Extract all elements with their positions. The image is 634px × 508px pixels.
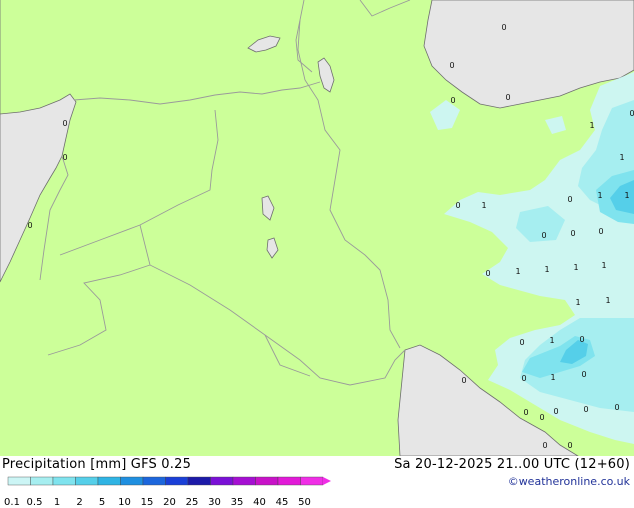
map-value-label: 0 — [485, 269, 490, 278]
map-value-label: 1 — [597, 191, 602, 200]
map-value-label: 0 — [450, 96, 455, 105]
map-value-label: 0 — [581, 370, 586, 379]
map-value-label: 0 — [523, 408, 528, 417]
map-value-label: 0 — [62, 119, 67, 128]
legend-tick-label: 20 — [163, 497, 176, 508]
map-value-label: 1 — [605, 296, 610, 305]
legend-swatch — [277, 476, 301, 486]
legend-footer: Precipitation [mm] GFS 0.25 Sa 20-12-202… — [0, 456, 634, 508]
legend-tick-label: 0.1 — [4, 497, 20, 508]
map-value-label: 0 — [542, 441, 547, 450]
legend-tick-label: 10 — [118, 497, 131, 508]
map-value-label: 0 — [541, 231, 546, 240]
valid-time: Sa 20-12-2025 21..00 UTC (12+60) — [394, 457, 630, 472]
legend-tick-label: 15 — [140, 497, 154, 508]
map-value-label: 0 — [567, 441, 572, 450]
map-value-label: 0 — [449, 61, 454, 70]
map-value-label: 0 — [27, 221, 32, 230]
color-legend: 0.1 0.5 1 2 5 10 15 20 25 30 35 40 45 50 — [4, 473, 334, 508]
map-value-label: 0 — [62, 153, 67, 162]
legend-swatch — [142, 476, 166, 486]
map-value-label: 1 — [481, 201, 486, 210]
legend-tick-label: 5 — [98, 497, 106, 508]
legend-arrow — [323, 477, 331, 485]
legend-swatch — [52, 476, 76, 486]
precipitation-map: 0 0 0 0 0 1 0 1 1 1 0 1 0 0 0 0 1 1 1 1 1 1 1 0 0 1 0 0 0 0 0 0 0 0 0 0 0 0 0 — [0, 0, 634, 457]
legend-tick-label: 45 — [275, 497, 289, 508]
map-value-label: 0 — [461, 376, 466, 385]
map-value-label: 0 — [570, 229, 575, 238]
legend-tick-label: 35 — [230, 497, 244, 508]
legend-tick-label: 40 — [253, 497, 266, 508]
map-value-label: 0 — [583, 405, 588, 414]
chart-title: Precipitation [mm] GFS 0.25 — [2, 457, 192, 472]
legend-tick-label: 1 — [53, 497, 61, 508]
map-value-label: 0 — [455, 201, 460, 210]
map-value-label: 1 — [515, 267, 520, 276]
map-value-label: 0 — [521, 374, 526, 383]
legend-tick-label: 30 — [208, 497, 221, 508]
legend-swatch — [187, 476, 211, 486]
map-value-label: 0 — [501, 23, 506, 32]
legend-swatch — [255, 476, 279, 486]
map-value-label: 1 — [550, 373, 555, 382]
legend-swatch — [165, 476, 189, 486]
map-value-label: 0 — [614, 403, 619, 412]
map-canvas: 0 0 0 0 0 1 0 1 1 1 0 1 0 0 0 0 1 1 1 1 1 1 1 0 0 1 0 0 0 0 0 0 0 0 0 0 0 0 0 — [0, 0, 634, 457]
legend-swatch — [120, 476, 144, 486]
map-value-label: 0 — [539, 413, 544, 422]
legend-swatch — [232, 476, 256, 486]
map-value-label: 1 — [544, 265, 549, 274]
map-value-label: 0 — [567, 195, 572, 204]
legend-swatch — [97, 476, 121, 486]
map-value-label: 0 — [519, 338, 524, 347]
map-value-label: 0 — [579, 335, 584, 344]
legend-swatch — [210, 476, 234, 486]
map-value-label: 0 — [553, 407, 558, 416]
legend-bar — [7, 476, 331, 486]
legend-swatch — [7, 476, 31, 486]
legend-tick-label: 50 — [298, 497, 311, 508]
map-value-label: 1 — [573, 263, 578, 272]
map-value-label: 1 — [589, 121, 594, 130]
map-value-label: 1 — [601, 261, 606, 270]
map-value-label: 1 — [619, 153, 624, 162]
credit-link[interactable]: ©weatheronline.co.uk — [508, 475, 630, 488]
legend-swatch — [75, 476, 99, 486]
map-value-label: 1 — [575, 298, 580, 307]
map-value-label: 0 — [629, 109, 634, 118]
legend-tick-label: 0.5 — [26, 497, 43, 508]
legend-tick-label: 2 — [76, 497, 83, 508]
legend-tick-label: 25 — [185, 497, 199, 508]
legend-swatch — [30, 476, 54, 486]
map-value-label: 0 — [505, 93, 510, 102]
map-value-label: 1 — [549, 336, 554, 345]
map-value-label: 0 — [598, 227, 603, 236]
map-value-label: 1 — [624, 191, 629, 200]
legend-swatch — [300, 476, 324, 486]
